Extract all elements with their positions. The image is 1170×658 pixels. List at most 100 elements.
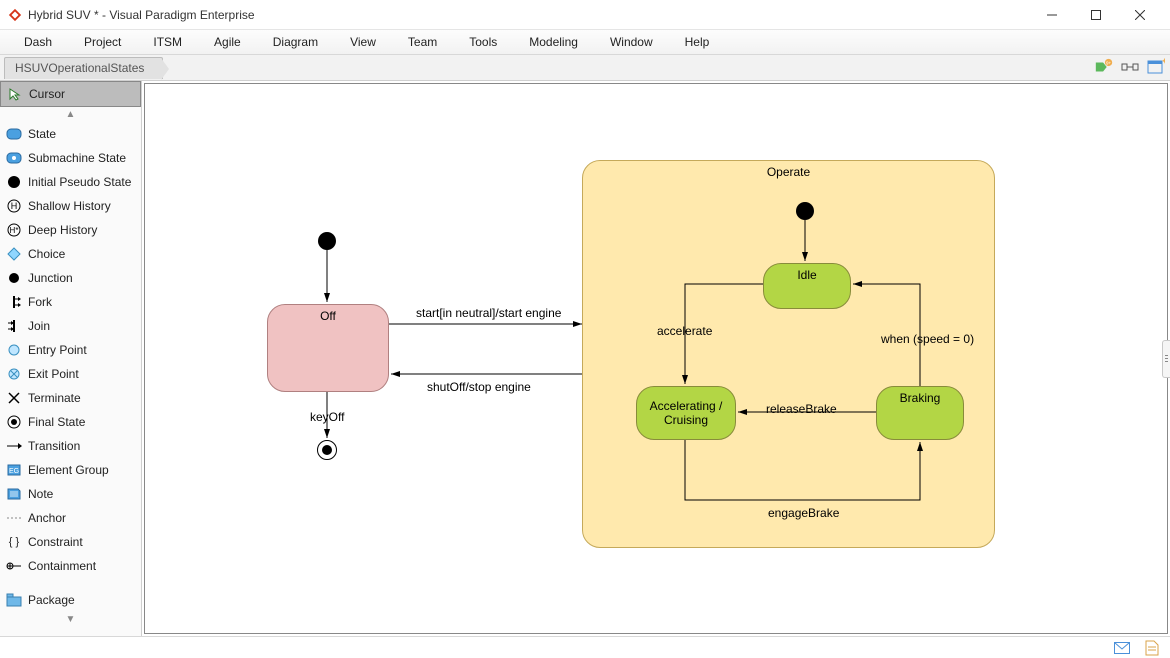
palette-collapse-up[interactable]: ▲ [0, 107, 141, 122]
palette-entry-point[interactable]: Entry Point [0, 338, 141, 362]
final-state-icon [6, 414, 22, 430]
palette-label: Fork [28, 295, 52, 309]
palette-junction[interactable]: Junction [0, 266, 141, 290]
exit-point-icon [6, 366, 22, 382]
note-icon [6, 486, 22, 502]
palette-expand-down[interactable]: ▼ [0, 612, 141, 627]
element-group-icon: EG [6, 462, 22, 478]
palette-label: Containment [28, 559, 96, 573]
palette-join[interactable]: Join [0, 314, 141, 338]
tool-palette: Cursor ▲ State Submachine State Initial … [0, 81, 142, 636]
palette-deep-history[interactable]: H* Deep History [0, 218, 141, 242]
initial-pseudostate-outer[interactable] [318, 232, 336, 250]
menu-view[interactable]: View [334, 32, 392, 52]
choice-icon [6, 246, 22, 262]
menu-modeling[interactable]: Modeling [513, 32, 594, 52]
minimize-button[interactable] [1030, 1, 1074, 29]
palette-label: Transition [28, 439, 80, 453]
constraint-icon: { } [6, 534, 22, 550]
state-accelerating-cruising[interactable]: Accelerating / Cruising [636, 386, 736, 440]
menu-team[interactable]: Team [392, 32, 453, 52]
initial-pseudostate-inner[interactable] [796, 202, 814, 220]
palette-label: Entry Point [28, 343, 87, 357]
svg-text:H: H [11, 201, 18, 211]
maximize-button[interactable] [1074, 1, 1118, 29]
menu-dash[interactable]: Dash [8, 32, 68, 52]
share-badge-icon[interactable]: 9+ [1094, 57, 1114, 77]
state-off[interactable]: Off [267, 304, 389, 392]
state-label: Accelerating / Cruising [641, 399, 731, 428]
palette-submachine-state[interactable]: Submachine State [0, 146, 141, 170]
palette-label: Choice [28, 247, 65, 261]
final-state[interactable] [317, 440, 337, 460]
app-logo-icon [8, 8, 22, 22]
menu-project[interactable]: Project [68, 32, 137, 52]
palette-anchor[interactable]: Anchor [0, 506, 141, 530]
transition-label-shutoff: shutOff/stop engine [427, 380, 531, 394]
transition-label-accelerate: accelerate [657, 324, 712, 338]
palette-label: Join [28, 319, 50, 333]
svg-text:9+: 9+ [1106, 60, 1112, 65]
state-braking[interactable]: Braking [876, 386, 964, 440]
composite-state-operate[interactable]: Operate [582, 160, 995, 548]
palette-label: Package [28, 593, 75, 607]
window-title: Hybrid SUV * - Visual Paradigm Enterpris… [28, 8, 1030, 22]
composite-label: Operate [583, 165, 994, 179]
package-icon [6, 592, 22, 608]
palette-label: Exit Point [28, 367, 79, 381]
palette-transition[interactable]: Transition [0, 434, 141, 458]
content-area: Cursor ▲ State Submachine State Initial … [0, 81, 1170, 636]
breadcrumb-tabstrip: HSUVOperationalStates 9+ ✦ [0, 55, 1170, 81]
palette-element-group[interactable]: EG Element Group [0, 458, 141, 482]
transition-label-engage: engageBrake [768, 506, 839, 520]
palette-cursor[interactable]: Cursor [0, 81, 141, 107]
transition-icon [6, 438, 22, 454]
palette-note[interactable]: Note [0, 482, 141, 506]
junction-icon [6, 270, 22, 286]
transition-label-start: start[in neutral]/start engine [416, 306, 561, 320]
palette-fork[interactable]: Fork [0, 290, 141, 314]
shallow-history-icon: H [6, 198, 22, 214]
palette-choice[interactable]: Choice [0, 242, 141, 266]
palette-shallow-history[interactable]: H Shallow History [0, 194, 141, 218]
palette-containment[interactable]: Containment [0, 554, 141, 578]
diagram-canvas[interactable]: Operate Off Idle Accelerating / Cruising… [144, 83, 1168, 634]
tab-hsuv-operational-states[interactable]: HSUVOperationalStates [4, 57, 163, 79]
menubar: Dash Project ITSM Agile Diagram View Tea… [0, 30, 1170, 55]
palette-exit-point[interactable]: Exit Point [0, 362, 141, 386]
palette-label: Initial Pseudo State [28, 175, 131, 189]
palette-label: Anchor [28, 511, 66, 525]
transition-label-release: releaseBrake [766, 402, 837, 416]
canvas-scroll-handle[interactable] [1162, 340, 1170, 378]
menu-itsm[interactable]: ITSM [137, 32, 198, 52]
palette-initial-pseudo-state[interactable]: Initial Pseudo State [0, 170, 141, 194]
containment-icon [6, 558, 22, 574]
close-button[interactable] [1118, 1, 1162, 29]
palette-final-state[interactable]: Final State [0, 410, 141, 434]
transition-label-keyoff: keyOff [310, 410, 344, 424]
menu-diagram[interactable]: Diagram [257, 32, 334, 52]
menu-tools[interactable]: Tools [453, 32, 513, 52]
mail-icon[interactable] [1112, 638, 1132, 658]
palette-state[interactable]: State [0, 122, 141, 146]
layout-tool-icon[interactable] [1120, 57, 1140, 77]
menu-help[interactable]: Help [669, 32, 726, 52]
document-icon[interactable] [1142, 638, 1162, 658]
state-idle[interactable]: Idle [763, 263, 851, 309]
initial-state-icon [6, 174, 22, 190]
menu-window[interactable]: Window [594, 32, 669, 52]
palette-label: Terminate [28, 391, 81, 405]
palette-label: Note [28, 487, 53, 501]
palette-label: Deep History [28, 223, 97, 237]
menu-agile[interactable]: Agile [198, 32, 257, 52]
palette-label: State [28, 127, 56, 141]
palette-constraint[interactable]: { } Constraint [0, 530, 141, 554]
new-diagram-icon[interactable]: ✦ [1146, 57, 1166, 77]
palette-package[interactable]: Package [0, 588, 141, 612]
state-label: Off [320, 309, 336, 323]
state-icon [6, 126, 22, 142]
palette-label: Constraint [28, 535, 83, 549]
deep-history-icon: H* [6, 222, 22, 238]
palette-terminate[interactable]: Terminate [0, 386, 141, 410]
submachine-state-icon [6, 150, 22, 166]
